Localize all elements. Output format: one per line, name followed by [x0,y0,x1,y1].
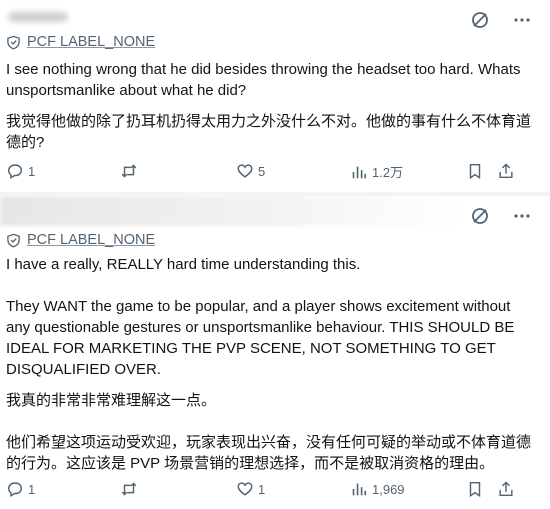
share-button[interactable] [497,480,519,498]
views-count: 1.2万 [372,165,404,180]
tweet-card[interactable]: PCF LABEL_NONE I see nothing wrong that … [0,0,550,192]
tweet-card[interactable]: PCF LABEL_NONE I have a really, REALLY h… [0,196,550,509]
grok-slash-circle-icon[interactable] [470,206,490,226]
action-bar: 1 5 1.2万 [0,162,550,186]
share-upload-icon [499,163,513,179]
retweet-button[interactable] [120,480,142,498]
bookmark-icon [469,163,481,180]
bookmark-icon [469,481,481,498]
shield-icon [7,35,20,50]
share-upload-icon [499,481,513,497]
views-count: 1,969 [372,481,405,497]
blurred-text [8,12,68,22]
blurred-text [0,196,460,226]
retweet-icon [121,482,137,496]
more-dots-icon[interactable] [512,10,532,30]
tweet-text: I see nothing wrong that he did besides … [6,59,538,163]
author-handle[interactable]: PCF LABEL_NONE [27,232,155,248]
shield-icon [7,233,20,248]
reply-bubble-icon [7,482,23,498]
like-button[interactable]: 1 [236,480,265,498]
cropped-previous-content [0,196,460,228]
tweet-header-icons [470,10,532,30]
tweet-text: I have a really, REALLY hard time unders… [6,254,538,484]
tweet-paragraph: I see nothing wrong that he did besides … [6,61,525,99]
views-button[interactable]: 1.2万 [350,162,403,181]
bookmark-button[interactable] [466,480,488,498]
tweet-header-icons [470,206,532,226]
reply-count: 1 [28,481,36,497]
heart-icon [237,164,253,178]
like-count: 1 [258,481,266,497]
views-bars-icon [352,166,367,178]
tweet-paragraph-translation: 我真的非常非常难理解这一点。 [6,392,217,409]
heart-icon [237,482,253,496]
cropped-previous-content [0,0,460,32]
author-handle[interactable]: PCF LABEL_NONE [27,34,155,50]
retweet-button[interactable] [120,162,142,180]
tweet-paragraph-translation: 他们希望这项运动受欢迎，玩家表现出兴奋，没有任何可疑的举动或不体育道德的行为。这… [6,434,532,472]
action-bar: 1 1 1,969 [0,480,550,504]
like-button[interactable]: 5 [236,162,265,180]
bookmark-button[interactable] [466,162,488,180]
retweet-icon [121,164,137,178]
views-bars-icon [352,483,367,496]
author-row: PCF LABEL_NONE [6,34,155,50]
author-row: PCF LABEL_NONE [6,232,155,248]
more-dots-icon[interactable] [512,206,532,226]
tweet-paragraph: I have a really, REALLY hard time unders… [6,256,361,273]
tweet-paragraph-translation: 我觉得他做的除了扔耳机扔得太用力之外没什么不对。他做的事有什么不体育道德的? [6,113,532,151]
reply-count: 1 [28,163,36,179]
tweet-paragraph: They WANT the game to be popular, and a … [6,298,519,378]
reply-button[interactable]: 1 [6,162,35,180]
share-button[interactable] [497,162,519,180]
reply-bubble-icon [7,164,23,180]
reply-button[interactable]: 1 [6,480,35,498]
views-button[interactable]: 1,969 [350,480,405,498]
like-count: 5 [258,163,266,179]
grok-slash-circle-icon[interactable] [470,10,490,30]
